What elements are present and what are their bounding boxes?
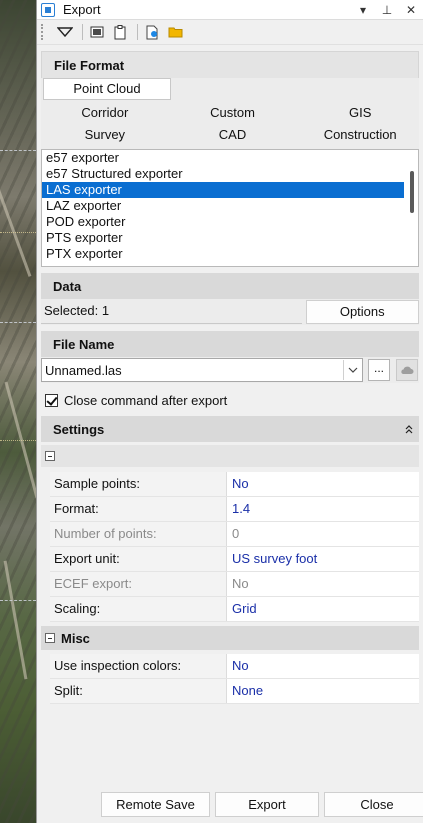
- settings-property-grid: Sample points: No Format: 1.4 Number of …: [50, 472, 419, 622]
- data-row: Selected: 1 Options: [41, 299, 419, 325]
- collapse-minus-icon[interactable]: [45, 451, 55, 461]
- file-name-header: File Name: [41, 331, 419, 357]
- options-button[interactable]: Options: [305, 300, 419, 324]
- close-after-export-label: Close command after export: [64, 392, 228, 408]
- property-value[interactable]: None: [227, 679, 419, 703]
- toolbar-grip[interactable]: [41, 24, 47, 40]
- property-row[interactable]: Format: 1.4: [50, 497, 419, 522]
- list-item[interactable]: PTS exporter: [42, 230, 404, 246]
- property-name: Number of points:: [50, 522, 227, 546]
- toolbar-separator: [137, 24, 138, 40]
- filter-dropdown-icon[interactable]: [55, 22, 75, 42]
- footer-buttons: Remote Save Export Close: [37, 792, 423, 818]
- browse-button[interactable]: ...: [368, 359, 390, 381]
- cloud-icon[interactable]: [396, 359, 418, 381]
- toolbar-separator: [82, 24, 83, 40]
- list-item[interactable]: LAZ exporter: [42, 198, 404, 214]
- list-scrollbar[interactable]: [405, 151, 417, 265]
- file-name-group: File Name Unnamed.las ...: [41, 331, 419, 383]
- settings-header[interactable]: Settings: [41, 416, 419, 442]
- tabs-row-2: Survey CAD Construction: [41, 127, 423, 142]
- tab-gis[interactable]: GIS: [296, 105, 423, 120]
- remote-save-button[interactable]: Remote Save: [101, 792, 210, 817]
- property-value[interactable]: 1.4: [227, 497, 419, 521]
- misc-header: Misc: [61, 630, 90, 646]
- property-row[interactable]: Sample points: No: [50, 472, 419, 497]
- data-header: Data: [41, 273, 419, 299]
- tab-point-cloud[interactable]: Point Cloud: [43, 78, 171, 100]
- close-button[interactable]: Close: [324, 792, 423, 817]
- settings-title: Settings: [53, 421, 105, 437]
- property-value[interactable]: No: [227, 472, 419, 496]
- property-value[interactable]: Grid: [227, 597, 419, 621]
- map-background-strip: [0, 0, 36, 823]
- scrollbar-thumb[interactable]: [410, 171, 414, 213]
- file-format-header: File Format: [42, 52, 418, 78]
- exporter-list[interactable]: e57 exporter e57 Structured exporter LAS…: [41, 149, 419, 267]
- collapse-up-icon[interactable]: [405, 422, 413, 437]
- misc-property-grid: Use inspection colors: No Split: None: [50, 654, 419, 704]
- property-row[interactable]: Export unit: US survey foot: [50, 547, 419, 572]
- property-value: 0: [232, 526, 240, 541]
- image-icon[interactable]: [87, 22, 107, 42]
- tab-corridor[interactable]: Corridor: [41, 105, 169, 120]
- list-item-selected[interactable]: LAS exporter: [42, 182, 404, 198]
- settings-group: Settings Sample points: No Format: 1.4 N…: [41, 416, 419, 704]
- list-item[interactable]: e57 Structured exporter: [42, 166, 404, 182]
- chevron-down-icon[interactable]: [343, 360, 361, 380]
- property-row[interactable]: Split: None: [50, 679, 419, 704]
- tab-construction[interactable]: Construction: [296, 127, 423, 142]
- selected-count: Selected: 1: [41, 300, 302, 324]
- export-panel: Export ▾ ⊥ ✕ File Format Point Cloud Cor…: [36, 0, 423, 823]
- property-name: Scaling:: [50, 597, 227, 621]
- property-name: ECEF export:: [50, 572, 227, 596]
- close-after-export-row[interactable]: Close command after export: [41, 386, 419, 414]
- pin-button[interactable]: ⊥: [375, 3, 399, 17]
- tabs-row-1: Corridor Custom GIS: [41, 105, 423, 120]
- property-name: Sample points:: [50, 472, 227, 496]
- property-name: Format:: [50, 497, 227, 521]
- toolbar: [37, 20, 423, 45]
- tab-custom[interactable]: Custom: [169, 105, 297, 120]
- close-panel-button[interactable]: ✕: [399, 3, 423, 17]
- export-button[interactable]: Export: [215, 792, 319, 817]
- property-name: Use inspection colors:: [50, 654, 227, 678]
- panel-titlebar[interactable]: Export ▾ ⊥ ✕: [37, 0, 423, 20]
- list-item[interactable]: e57 exporter: [42, 150, 404, 166]
- file-name-row: Unnamed.las ...: [41, 357, 419, 383]
- tab-survey[interactable]: Survey: [41, 127, 169, 142]
- misc-group-row[interactable]: Misc: [41, 626, 419, 650]
- list-item[interactable]: PTX exporter: [42, 246, 404, 262]
- app-icon: [41, 2, 55, 17]
- panel-menu-button[interactable]: ▾: [351, 3, 375, 17]
- file-name-input[interactable]: Unnamed.las: [41, 358, 363, 382]
- clipboard-icon[interactable]: [110, 22, 130, 42]
- property-row: ECEF export: No: [50, 572, 419, 597]
- data-group: Data Selected: 1 Options: [41, 273, 419, 325]
- folder-icon[interactable]: [165, 22, 185, 42]
- property-row[interactable]: Use inspection colors: No: [50, 654, 419, 679]
- property-value[interactable]: US survey foot: [227, 547, 419, 571]
- collapse-minus-icon[interactable]: [45, 633, 55, 643]
- property-row: Number of points: 0: [50, 522, 419, 547]
- property-value[interactable]: No: [227, 654, 419, 678]
- tab-cad[interactable]: CAD: [169, 127, 297, 142]
- settings-group-row[interactable]: [41, 445, 419, 467]
- property-name: Split:: [50, 679, 227, 703]
- panel-title: Export: [63, 2, 101, 17]
- close-after-export-checkbox[interactable]: [45, 393, 58, 407]
- file-format-group: File Format: [41, 51, 419, 78]
- property-row[interactable]: Scaling: Grid: [50, 597, 419, 622]
- file-name-value: Unnamed.las: [45, 362, 122, 378]
- property-value: No: [232, 576, 249, 591]
- list-item[interactable]: POD exporter: [42, 214, 404, 230]
- new-file-icon[interactable]: [142, 22, 162, 42]
- property-name: Export unit:: [50, 547, 227, 571]
